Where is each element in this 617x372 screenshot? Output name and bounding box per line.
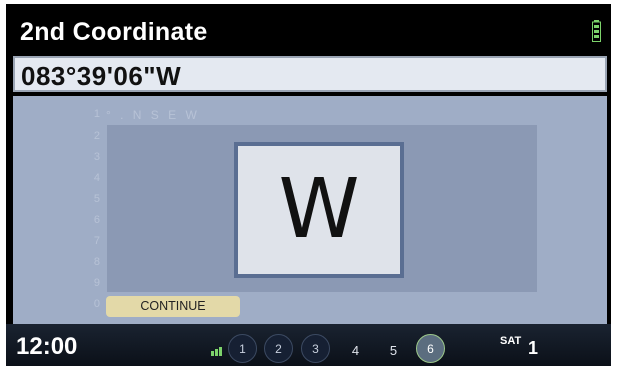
page-title: 2nd Coordinate <box>20 18 208 46</box>
character-row[interactable]: ° . N S E W <box>106 108 200 122</box>
coordinate-value: 083°39'06"W <box>21 61 182 91</box>
row-number-5: 5 <box>93 193 100 205</box>
row-number-6: 6 <box>93 214 100 226</box>
continue-button[interactable]: CONTINUE <box>106 296 240 317</box>
row-number-3: 3 <box>93 151 100 163</box>
preset-button-4[interactable]: 4 <box>342 334 369 361</box>
preset-bar: 1 2 3 4 5 6 <box>206 326 506 366</box>
preset-button-2[interactable]: 2 <box>264 334 293 363</box>
row-number-2: 2 <box>93 130 100 142</box>
row-number-9: 9 <box>93 277 100 289</box>
selected-character: W <box>278 162 360 257</box>
preset-button-3[interactable]: 3 <box>301 334 330 363</box>
row-number-8: 8 <box>93 256 100 268</box>
row-number-4: 4 <box>93 172 100 184</box>
radio-wave-icon <box>211 347 222 356</box>
coordinate-input[interactable]: 083°39'06"W <box>13 56 607 92</box>
clock: 12:00 <box>16 333 78 360</box>
battery-icon <box>592 20 601 42</box>
row-number-1: 1 <box>93 108 100 120</box>
preset-button-6[interactable]: 6 <box>416 334 445 363</box>
row-number-7: 7 <box>93 235 100 247</box>
preset-button-5[interactable]: 5 <box>380 334 407 361</box>
selected-character-box[interactable]: W <box>234 142 404 278</box>
display-screen: 2nd Coordinate 083°39'06"W ° . N S E W 1… <box>6 4 611 366</box>
preset-button-1[interactable]: 1 <box>228 334 257 363</box>
row-number-0: 0 <box>93 298 100 310</box>
sat-value: 1 <box>528 338 539 358</box>
sat-label: SAT <box>500 335 522 347</box>
